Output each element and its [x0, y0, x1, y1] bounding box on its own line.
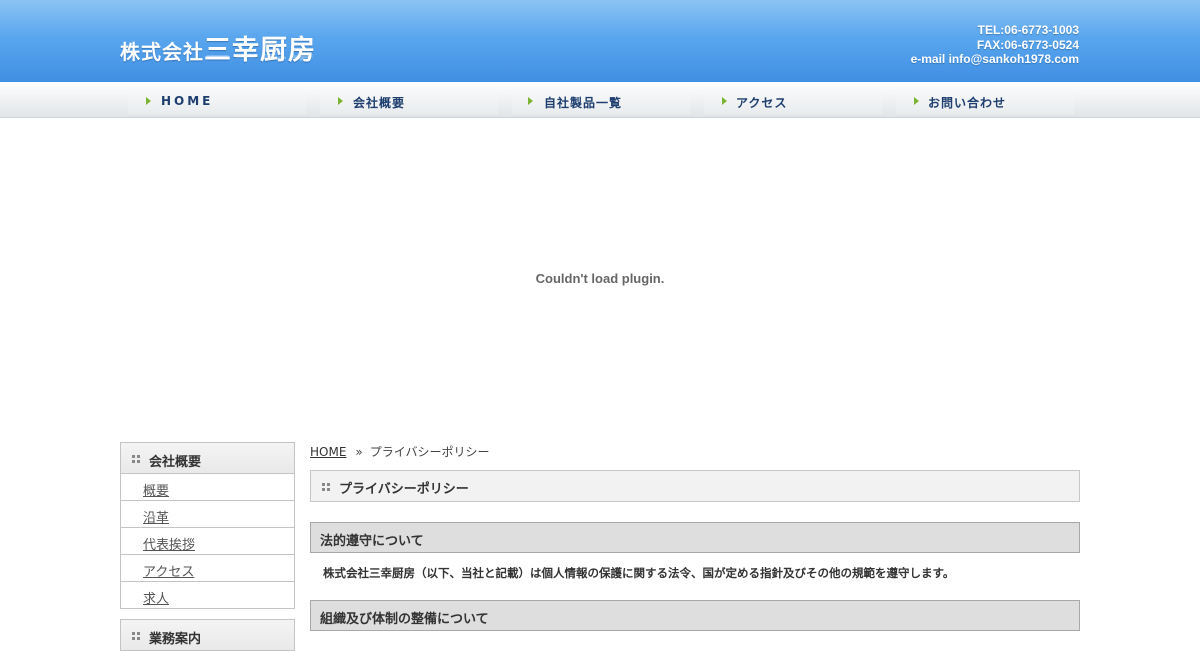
- arrow-right-icon: [528, 97, 533, 105]
- bullet-squares-icon: [322, 483, 330, 491]
- logo-reflection-prefix: 株式会社: [120, 54, 204, 56]
- sidebar-heading-label: 業務案内: [149, 632, 202, 647]
- logo-reflection-name: 三幸厨房: [204, 54, 316, 61]
- phone-number: TEL:06-6773-1003: [977, 23, 1079, 37]
- site-header: 株式会社三幸厨房 株式会社三幸厨房 TEL:06-6773-1003 FAX:0…: [0, 0, 1200, 82]
- fax-number: FAX:06-6773-0524: [976, 37, 1079, 52]
- nav-item-label: HOME: [161, 94, 214, 108]
- nav-item-label: お問い合わせ: [928, 96, 1007, 110]
- sidebar-item-greeting: 代表挨拶: [121, 528, 294, 555]
- sidebar-link[interactable]: 代表挨拶: [143, 534, 195, 553]
- nav-item-access[interactable]: アクセス: [704, 88, 882, 114]
- contact-info: TEL:06-6773-1003 FAX:06-6773-0524 e-mail…: [911, 23, 1079, 67]
- sidebar-link[interactable]: アクセス: [143, 561, 194, 580]
- nav-item-company[interactable]: 会社概要: [320, 88, 498, 114]
- section-heading-organization: 組織及び体制の整備について: [310, 600, 1080, 631]
- sidebar-link[interactable]: 求人: [143, 588, 169, 607]
- sidebar-item-overview: 概要: [121, 474, 294, 501]
- arrow-right-icon: [722, 97, 727, 105]
- plugin-area[interactable]: Couldn't load plugin.: [0, 119, 1200, 439]
- breadcrumb-separator: »: [355, 445, 363, 459]
- nav-item-contact[interactable]: お問い合わせ: [896, 88, 1074, 114]
- arrow-right-icon: [338, 97, 343, 105]
- sidebar-item-recruit: 求人: [121, 582, 294, 609]
- section-heading-text: 法的遵守について: [320, 534, 424, 549]
- breadcrumb: HOME » プライバシーポリシー: [310, 443, 1080, 461]
- logo-reflection: 株式会社三幸厨房: [120, 54, 316, 68]
- arrow-right-icon: [146, 97, 151, 105]
- bullet-squares-icon: [132, 632, 140, 640]
- email-address: e-mail info@sankoh1978.com: [910, 52, 1079, 66]
- sidebar-link[interactable]: 沿革: [143, 507, 169, 526]
- section-heading-text: 組織及び体制の整備について: [320, 612, 489, 627]
- global-nav: HOME 会社概要 自社製品一覧 アクセス お問い合わせ: [0, 82, 1200, 118]
- sidebar: 会社概要 概要 沿革 代表挨拶 アクセス 求人 業務案内: [120, 442, 295, 651]
- sidebar-item-history: 沿革: [121, 501, 294, 528]
- sidebar-item-access: アクセス: [121, 555, 294, 582]
- page-title: プライバシーポリシー: [310, 470, 1080, 502]
- nav-item-label: アクセス: [736, 96, 788, 110]
- section-paragraph: 株式会社三幸厨房（以下、当社と記載）は個人情報の保護に関する法令、国が定める指針…: [323, 566, 955, 580]
- sidebar-heading: 会社概要: [120, 442, 295, 474]
- nav-item-home[interactable]: HOME: [128, 88, 306, 114]
- main-content: HOME » プライバシーポリシー プライバシーポリシー 法的遵守について 株式会社…: [310, 442, 1080, 631]
- breadcrumb-current: プライバシーポリシー: [369, 445, 490, 459]
- sidebar-list: 概要 沿革 代表挨拶 アクセス 求人: [120, 474, 295, 609]
- nav-item-products[interactable]: 自社製品一覧: [512, 88, 690, 114]
- bullet-squares-icon: [132, 455, 140, 463]
- nav-item-label: 自社製品一覧: [544, 96, 623, 110]
- breadcrumb-home-link[interactable]: HOME: [310, 445, 346, 459]
- section-heading-legal-compliance: 法的遵守について: [310, 522, 1080, 553]
- plugin-error-message: Couldn't load plugin.: [535, 271, 665, 286]
- nav-item-label: 会社概要: [353, 96, 406, 110]
- sidebar-heading-label: 会社概要: [149, 455, 202, 470]
- sidebar-heading-services: 業務案内: [120, 619, 295, 651]
- arrow-right-icon: [914, 97, 919, 105]
- page-title-text: プライバシーポリシー: [339, 482, 469, 497]
- sidebar-link[interactable]: 概要: [143, 480, 169, 499]
